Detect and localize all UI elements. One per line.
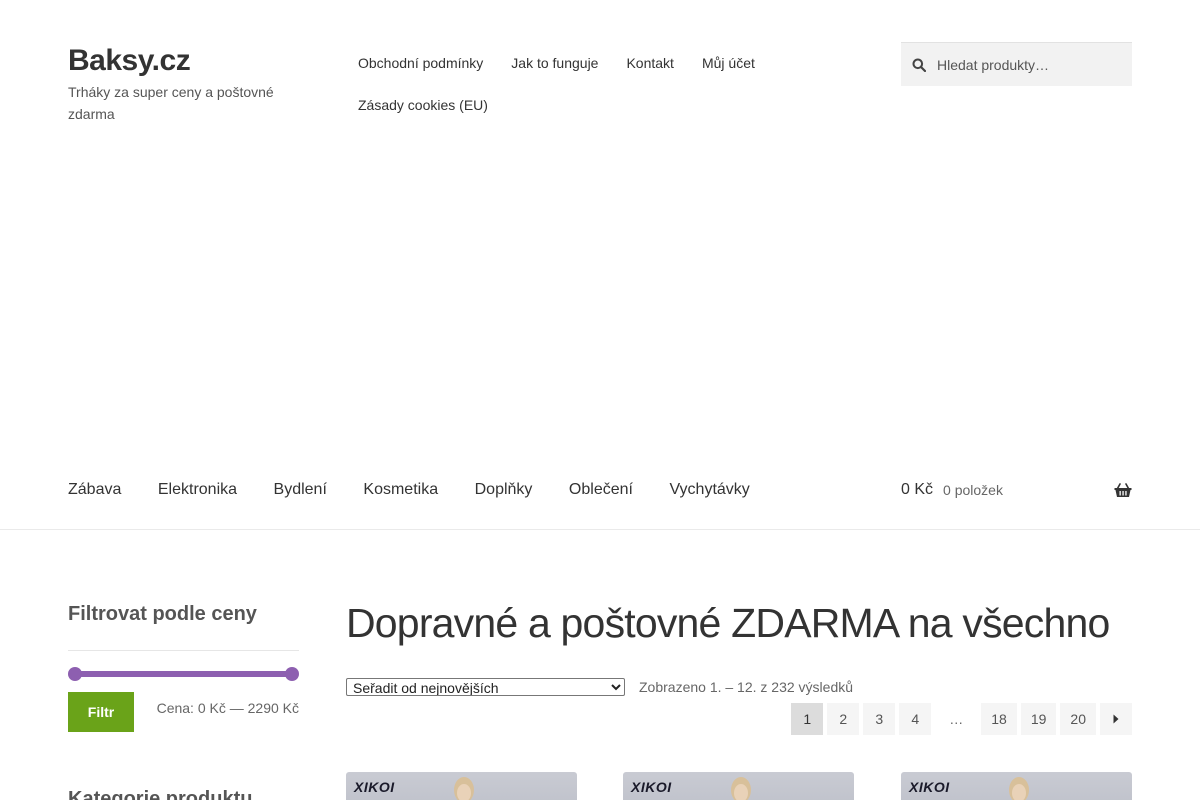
product-image-model xyxy=(454,777,474,800)
product-card[interactable]: XIKOI xyxy=(346,772,577,800)
menu-item-how-it-works[interactable]: Jak to funguje xyxy=(497,42,612,84)
search-input[interactable] xyxy=(937,56,1127,73)
page-2[interactable]: 2 xyxy=(827,703,860,735)
page-title: Dopravné a poštovné ZDARMA na všechno xyxy=(346,600,1110,646)
page-20[interactable]: 20 xyxy=(1060,703,1096,735)
page-19[interactable]: 19 xyxy=(1020,703,1057,735)
pagination-ellipsis: … xyxy=(949,711,964,727)
price-slider-max-handle[interactable] xyxy=(285,667,299,681)
page-4[interactable]: 4 xyxy=(899,703,932,735)
price-slider-min-handle[interactable] xyxy=(68,667,82,681)
site-tagline: Trháky za super ceny a poštovné zdarma xyxy=(68,84,274,122)
search-icon xyxy=(901,58,937,72)
menu-item-my-account[interactable]: Můj účet xyxy=(688,42,769,84)
product-brand-logo: XIKOI xyxy=(909,779,950,795)
filter-button[interactable]: Filtr xyxy=(68,692,134,732)
main-nav: Zábava Elektronika Bydlení Kosmetika Dop… xyxy=(68,470,786,510)
page-18[interactable]: 18 xyxy=(981,703,1017,735)
cart-item-count: 0 položek xyxy=(943,482,1003,498)
product-brand-logo: XIKOI xyxy=(354,779,395,795)
nav-item-clothing[interactable]: Oblečení xyxy=(569,470,633,510)
product-image-model xyxy=(1009,777,1029,800)
top-menu: Obchodní podmínky Jak to funguje Kontakt… xyxy=(344,42,804,126)
result-count: Zobrazeno 1. – 12. z 232 výsledků xyxy=(639,679,854,695)
site-title[interactable]: Baksy.cz xyxy=(68,44,191,78)
sort-select[interactable]: Seřadit od nejnovějších xyxy=(346,678,625,696)
price-filter-title: Filtrovat podle ceny xyxy=(68,603,257,625)
cart-amount: 0 Kč xyxy=(901,481,934,498)
nav-item-accessories[interactable]: Doplňky xyxy=(475,470,533,510)
menu-item-cookie-policy[interactable]: Zásady cookies (EU) xyxy=(344,84,502,126)
price-range-label: Cena: 0 Kč — 2290 Kč xyxy=(156,700,299,716)
price-slider-range xyxy=(74,671,293,677)
nav-item-entertainment[interactable]: Zábava xyxy=(68,470,121,510)
cart-link[interactable]: 0 Kč 0 položek xyxy=(901,470,1132,510)
basket-icon xyxy=(1114,482,1132,498)
search-box xyxy=(901,42,1132,86)
page-3[interactable]: 3 xyxy=(863,703,896,735)
product-card[interactable]: XIKOI xyxy=(623,772,854,800)
product-brand-logo: XIKOI xyxy=(631,779,672,795)
menu-item-terms[interactable]: Obchodní podmínky xyxy=(344,42,497,84)
chevron-right-icon xyxy=(1113,703,1119,735)
categories-title: Kategorie produktu xyxy=(68,788,253,800)
product-image-model xyxy=(731,777,751,800)
header-divider xyxy=(0,529,1200,530)
nav-item-gadgets[interactable]: Vychytávky xyxy=(669,470,749,510)
nav-item-home[interactable]: Bydlení xyxy=(274,470,327,510)
page-1: 1 xyxy=(791,703,824,735)
nav-item-cosmetics[interactable]: Kosmetika xyxy=(363,470,438,510)
widget-divider xyxy=(68,650,299,651)
menu-item-contact[interactable]: Kontakt xyxy=(612,42,687,84)
pagination: 1 2 3 4 … 18 19 20 xyxy=(787,703,1132,735)
next-page-button[interactable] xyxy=(1100,703,1132,735)
product-card[interactable]: XIKOI xyxy=(901,772,1132,800)
nav-item-electronics[interactable]: Elektronika xyxy=(158,470,237,510)
price-slider[interactable] xyxy=(68,667,299,681)
